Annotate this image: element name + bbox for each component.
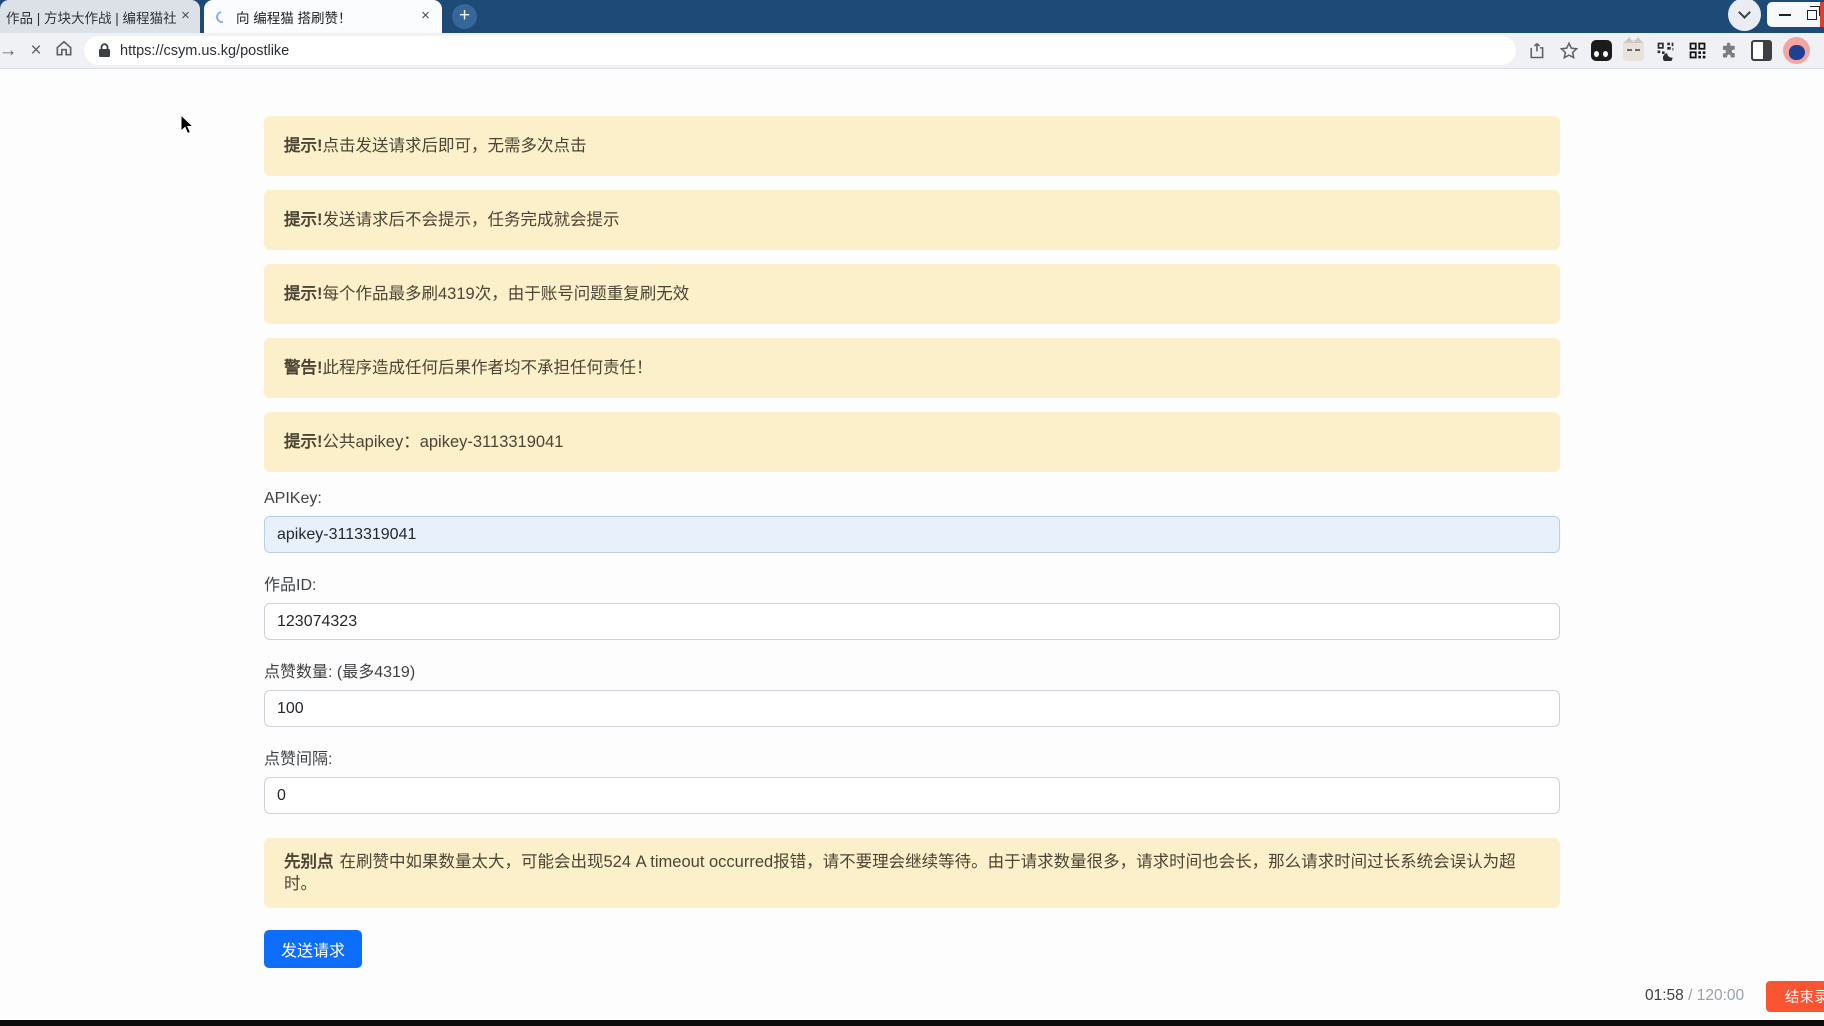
tab-inactive[interactable]: 作品 | 方块大作战 | 编程猫社区 × bbox=[0, 0, 200, 33]
alert-timeout-note: 先别点 在刷赞中如果数量太大，可能会出现524 A timeout occurre… bbox=[264, 838, 1560, 908]
apikey-input[interactable] bbox=[264, 516, 1560, 553]
web-page: 提示!点击发送请求后即可，无需多次点击 提示!发送请求后不会提示，任务完成就会提… bbox=[0, 70, 1824, 1020]
alert-tip-3: 提示!每个作品最多刷4319次，由于账号问题重复刷无效 bbox=[264, 264, 1560, 324]
tab-title: 向 编程猫 搭刷赞！ bbox=[236, 10, 352, 26]
share-icon[interactable] bbox=[1526, 40, 1547, 61]
browser-titlebar: 作品 | 方块大作战 | 编程猫社区 × 向 编程猫 搭刷赞！ × + bbox=[0, 0, 1824, 33]
stop-loading-icon[interactable]: × bbox=[22, 40, 50, 62]
work-id-input[interactable] bbox=[264, 603, 1560, 640]
extension-panda-icon[interactable] bbox=[1591, 40, 1612, 61]
mouse-cursor bbox=[180, 114, 195, 135]
home-icon[interactable] bbox=[50, 38, 78, 63]
extension-cat-icon[interactable] bbox=[1623, 37, 1644, 61]
tab-active[interactable]: 向 编程猫 搭刷赞！ × bbox=[204, 0, 442, 33]
like-count-input[interactable] bbox=[264, 690, 1560, 727]
tab-close-icon[interactable]: × bbox=[417, 8, 434, 25]
tab-search-button[interactable] bbox=[1728, 0, 1761, 31]
recording-timer: 01:58 / 120:00 bbox=[1645, 987, 1745, 1004]
work-id-label: 作品ID: bbox=[264, 577, 317, 594]
alert-tip-1: 提示!点击发送请求后即可，无需多次点击 bbox=[264, 116, 1560, 176]
alert-tip-2: 提示!发送请求后不会提示，任务完成就会提示 bbox=[264, 190, 1560, 250]
tab-title: 作品 | 方块大作战 | 编程猫社区 bbox=[6, 10, 177, 26]
profile-avatar[interactable] bbox=[1783, 37, 1810, 64]
side-panel-icon[interactable] bbox=[1751, 40, 1772, 61]
forward-icon[interactable]: → bbox=[0, 40, 22, 62]
like-interval-input[interactable] bbox=[264, 777, 1560, 814]
extension-qr-code-icon[interactable] bbox=[1687, 40, 1708, 61]
tab-close-icon[interactable]: × bbox=[177, 8, 194, 25]
restore-button[interactable] bbox=[1807, 5, 1820, 20]
address-bar[interactable]: https://csym.us.kg/postlike bbox=[84, 36, 1516, 65]
apikey-label: APIKey: bbox=[264, 490, 322, 507]
minimize-button[interactable] bbox=[1779, 13, 1791, 16]
browser-toolbar: → × https://csym.us.kg/postlike bbox=[0, 33, 1824, 69]
window-controls bbox=[1767, 2, 1824, 27]
chevron-down-icon bbox=[1738, 6, 1751, 19]
extensions-puzzle-icon[interactable] bbox=[1719, 40, 1740, 61]
close-window-button[interactable] bbox=[1820, 2, 1824, 27]
alert-public-apikey: 提示!公共apikey：apikey-3113319041 bbox=[264, 412, 1560, 472]
new-tab-button[interactable]: + bbox=[452, 4, 477, 29]
bottom-edge-strip bbox=[0, 1020, 1824, 1026]
bookmark-star-icon[interactable] bbox=[1558, 40, 1580, 62]
like-interval-label: 点赞间隔: bbox=[264, 751, 333, 768]
stop-recording-button[interactable]: 结束录制 bbox=[1766, 981, 1824, 1012]
extension-qr-scan-icon[interactable] bbox=[1655, 40, 1676, 61]
toolbar-right bbox=[1526, 37, 1810, 64]
like-count-label: 点赞数量: (最多4319) bbox=[264, 664, 416, 681]
content-container: 提示!点击发送请求后即可，无需多次点击 提示!发送请求后不会提示，任务完成就会提… bbox=[264, 70, 1560, 968]
send-request-button[interactable]: 发送请求 bbox=[264, 930, 363, 968]
url-text: https://csym.us.kg/postlike bbox=[120, 42, 290, 59]
lock-icon bbox=[99, 43, 110, 57]
loading-spinner-icon bbox=[213, 8, 231, 25]
alert-warning: 警告!此程序造成任何后果作者均不承担任何责任！ bbox=[264, 338, 1560, 398]
